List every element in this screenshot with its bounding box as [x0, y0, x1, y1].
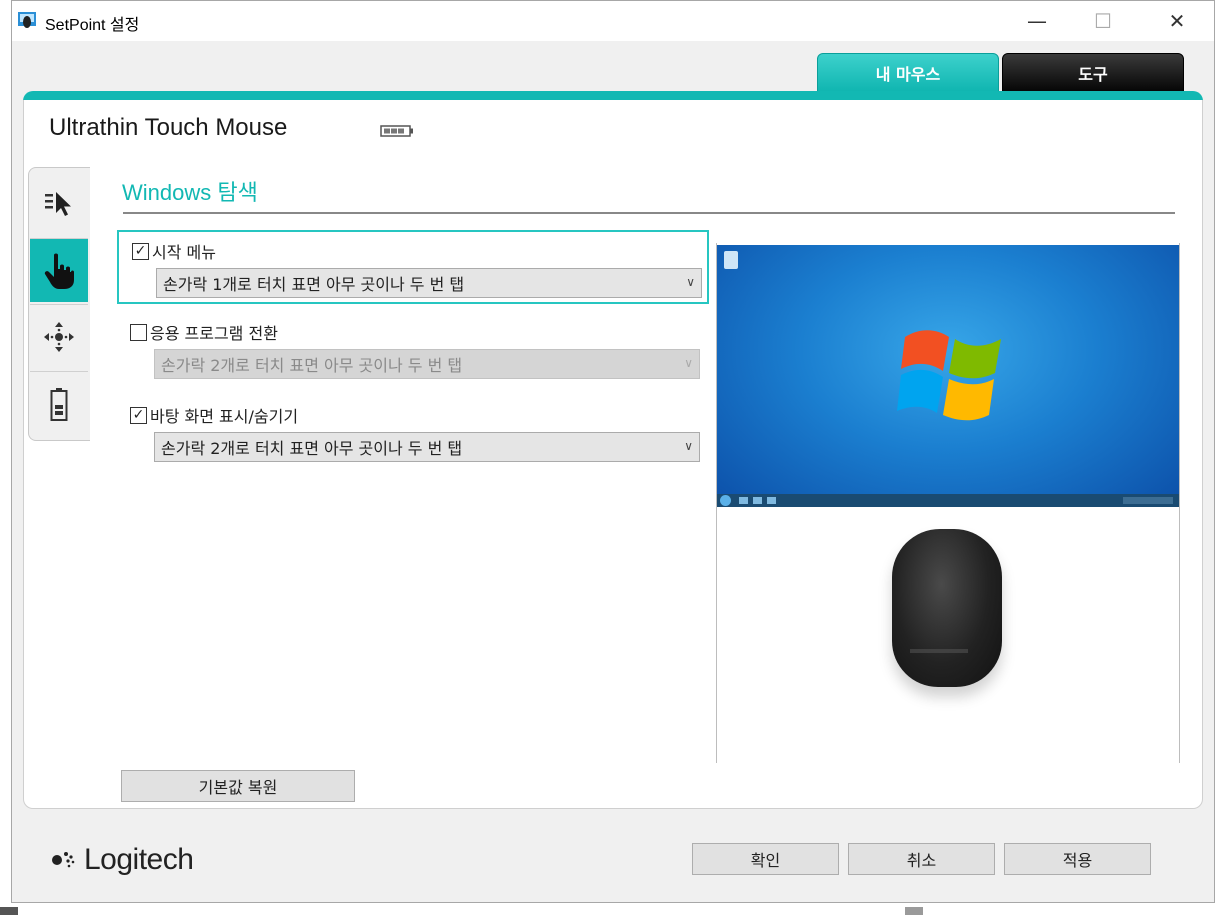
- logitech-logo: Logitech: [42, 843, 194, 877]
- section-title: Windows 탐색: [122, 180, 258, 205]
- show-desktop-checkbox[interactable]: ✓: [130, 406, 147, 424]
- battery-status-icon: [50, 387, 68, 421]
- touch-hand-icon: [44, 253, 74, 289]
- system-tray: [1123, 497, 1173, 504]
- setpoint-window: SetPoint 설정 — ☐ ✕ 내 마우스 도구 Ultrathin Tou…: [11, 0, 1215, 903]
- minimize-button[interactable]: —: [1008, 1, 1066, 41]
- option-app-switch: 응용 프로그램 전환 손가락 2개로 터치 표면 아무 곳이나 두 번 탭 ∨: [117, 313, 709, 387]
- recycle-bin-icon: [724, 251, 738, 269]
- start-menu-gesture-select[interactable]: 손가락 1개로 터치 표면 아무 곳이나 두 번 탭 ∨: [156, 268, 702, 298]
- windows-logo-icon: [897, 330, 1001, 421]
- window-title: SetPoint 설정: [45, 17, 140, 34]
- ok-button[interactable]: 확인: [692, 843, 839, 875]
- cancel-button[interactable]: 취소: [848, 843, 995, 875]
- chevron-down-icon: ∨: [686, 275, 695, 289]
- start-orb-icon: [720, 495, 731, 506]
- start-menu-checkbox[interactable]: ✓: [132, 242, 149, 260]
- taskbar: [717, 494, 1179, 507]
- section-divider: [123, 212, 1175, 214]
- start-menu-checkbox-row[interactable]: ✓ 시작 메뉴: [132, 239, 216, 263]
- scroll-move-icon: [44, 321, 74, 352]
- option-show-desktop: ✓ 바탕 화면 표시/숨기기 손가락 2개로 터치 표면 아무 곳이나 두 번 …: [117, 396, 709, 470]
- battery-icon: [380, 125, 413, 137]
- device-name: Ultrathin Touch Mouse: [49, 114, 288, 141]
- logitech-logo-icon: [46, 849, 75, 871]
- chevron-down-icon: ∨: [684, 439, 693, 453]
- app-switch-gesture-select: 손가락 2개로 터치 표면 아무 곳이나 두 번 탭 ∨: [154, 349, 700, 379]
- start-menu-gesture-value: 손가락 1개로 터치 표면 아무 곳이나 두 번 탭: [163, 275, 465, 294]
- side-tab-battery[interactable]: [30, 371, 88, 435]
- tab-my-mouse[interactable]: 내 마우스: [817, 53, 999, 93]
- show-desktop-label: 바탕 화면 표시/숨기기: [150, 407, 299, 426]
- app-switch-checkbox[interactable]: [130, 323, 147, 341]
- app-switch-checkbox-row[interactable]: 응용 프로그램 전환: [130, 320, 278, 344]
- background-window-bottom: [0, 903, 1215, 915]
- logitech-wordmark: Logitech: [84, 843, 194, 876]
- side-tab-bar: [28, 167, 90, 441]
- start-menu-label: 시작 메뉴: [152, 243, 216, 262]
- side-tab-scroll[interactable]: [30, 304, 88, 368]
- chevron-down-icon: ∨: [684, 356, 693, 370]
- app-switch-label: 응용 프로그램 전환: [150, 324, 278, 343]
- pointer-icon: [45, 192, 71, 216]
- option-start-menu: ✓ 시작 메뉴 손가락 1개로 터치 표면 아무 곳이나 두 번 탭 ∨: [117, 230, 709, 304]
- show-desktop-checkbox-row[interactable]: ✓ 바탕 화면 표시/숨기기: [130, 403, 298, 427]
- maximize-button[interactable]: ☐: [1074, 1, 1132, 41]
- show-desktop-gesture-select[interactable]: 손가락 2개로 터치 표면 아무 곳이나 두 번 탭 ∨: [154, 432, 700, 462]
- gesture-preview: [716, 243, 1180, 763]
- setpoint-app-icon: [18, 12, 36, 28]
- close-button[interactable]: ✕: [1148, 1, 1206, 41]
- restore-defaults-button[interactable]: 기본값 복원: [121, 770, 355, 802]
- side-tab-pointer[interactable]: [30, 171, 88, 235]
- show-desktop-gesture-value: 손가락 2개로 터치 표면 아무 곳이나 두 번 탭: [161, 439, 463, 458]
- app-switch-gesture-value: 손가락 2개로 터치 표면 아무 곳이나 두 번 탭: [161, 356, 463, 375]
- title-bar: SetPoint 설정 — ☐ ✕: [12, 1, 1214, 41]
- windows-desktop-preview: [717, 245, 1179, 507]
- side-tab-touch[interactable]: [30, 238, 88, 302]
- tab-tools[interactable]: 도구: [1002, 53, 1184, 93]
- apply-button[interactable]: 적용: [1004, 843, 1151, 875]
- mouse-image: [892, 529, 1002, 687]
